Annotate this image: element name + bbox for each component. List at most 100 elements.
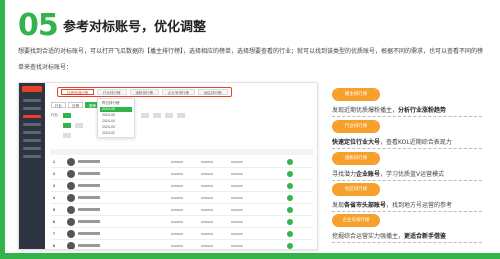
category-filter-row: [51, 123, 281, 129]
divider: [332, 116, 482, 117]
download-icon[interactable]: [287, 195, 293, 201]
section-title: 参考对标账号，优化调整: [63, 20, 207, 35]
dropdown-option-selected[interactable]: 2024-06: [100, 107, 132, 112]
desc-text: 发现近期优质爆粉播主，: [332, 107, 399, 114]
dropdown-option[interactable]: 2024-02: [100, 131, 132, 136]
cell-value: [231, 220, 243, 223]
dropdown-option[interactable]: 2024-05: [100, 113, 132, 118]
rank-number: 6: [53, 220, 55, 224]
period-dropdown[interactable]: 昨日排行榜 2024-06 2024-05 2024-04 2024-03 20…: [97, 98, 135, 138]
category-label: 行业: [51, 113, 58, 117]
desc-highlight: 更适合新手借鉴: [404, 233, 447, 240]
category-chip-selected[interactable]: [63, 113, 71, 118]
sidebar-item[interactable]: [23, 139, 41, 142]
cell-value: [231, 172, 243, 175]
feature-pill-enterprise[interactable]: 企业号排行榜: [332, 214, 380, 227]
feature-pill-industry[interactable]: 行业排行榜: [332, 120, 380, 133]
feature-desc-industry: 快速定位行业大号，查看KOL近期综合表现力: [332, 137, 452, 146]
category-chip-selected[interactable]: [63, 123, 71, 128]
cell-value: [171, 172, 183, 175]
sidebar-item[interactable]: [23, 147, 41, 150]
sidebar-item[interactable]: [23, 131, 41, 134]
cell-value: [201, 208, 213, 211]
download-icon[interactable]: [287, 243, 293, 249]
divider: [332, 148, 482, 149]
desc-text: 寻找潜力: [332, 171, 357, 178]
category-filter-row: [51, 133, 281, 139]
cell-value: [171, 184, 183, 187]
desc-highlight: 企业账号: [356, 171, 381, 178]
rank-number: 7: [53, 232, 55, 236]
download-icon[interactable]: [287, 231, 293, 237]
category-chip[interactable]: [63, 133, 71, 138]
table-row[interactable]: 2: [51, 168, 313, 180]
account-name: [78, 232, 100, 235]
account-name: [78, 196, 100, 199]
cell-value: [231, 244, 243, 247]
desc-text: ，学习优质蓝V运营模式: [380, 171, 445, 178]
feature-pill-streamer[interactable]: 播主排行榜: [332, 88, 380, 101]
category-chip[interactable]: [165, 113, 173, 118]
rank-number: 1: [53, 160, 55, 164]
table-row[interactable]: 5: [51, 204, 313, 216]
table-row[interactable]: 7: [51, 228, 313, 240]
avatar: [67, 194, 75, 202]
tab-industry-ranking[interactable]: 行业排行榜: [97, 89, 127, 95]
feature-desc-growth: 寻找潜力企业账号，学习优质蓝V运营模式: [332, 169, 444, 178]
desc-text: 发现: [332, 202, 345, 209]
filter-industry-button[interactable]: 行业: [51, 102, 66, 108]
account-name: [78, 220, 100, 223]
filter-daily-button[interactable]: 日榜: [68, 102, 83, 108]
divider: [332, 211, 482, 212]
desc-highlight: 各省市头部账号: [344, 202, 387, 209]
sidebar-item-active[interactable]: [23, 115, 41, 118]
tab-enterprise-ranking[interactable]: 企业号排行榜: [162, 89, 195, 95]
sidebar-item[interactable]: [23, 107, 41, 110]
sidebar-item[interactable]: [23, 155, 41, 158]
download-icon[interactable]: [287, 171, 293, 177]
table-row[interactable]: 6: [51, 216, 313, 228]
download-icon[interactable]: [287, 183, 293, 189]
desc-highlight: 快速定位行业大号: [332, 139, 381, 146]
tab-streamer-ranking[interactable]: 抖音号排行榜: [61, 89, 94, 95]
category-chip[interactable]: [153, 113, 161, 118]
feature-pill-growth[interactable]: 涨粉排行榜: [332, 152, 380, 165]
rank-number: 3: [53, 184, 55, 188]
cell-value: [231, 184, 243, 187]
category-chip[interactable]: [177, 113, 185, 118]
dropdown-option[interactable]: 2024-03: [100, 125, 132, 130]
table-row[interactable]: 8: [51, 240, 313, 249]
rank-number: 5: [53, 208, 55, 212]
account-name: [78, 208, 100, 211]
tab-region-ranking[interactable]: 地区排行榜: [198, 89, 228, 95]
avatar: [67, 158, 75, 166]
download-icon[interactable]: [287, 219, 293, 225]
avatar: [67, 242, 75, 249]
cell-value: [201, 244, 213, 247]
tab-growth-ranking[interactable]: 涨粉排行榜: [129, 89, 159, 95]
download-icon[interactable]: [287, 159, 293, 165]
category-chip[interactable]: [141, 113, 149, 118]
cell-value: [201, 232, 213, 235]
dropdown-option[interactable]: 2024-04: [100, 119, 132, 124]
table-row[interactable]: 3: [51, 180, 313, 192]
sidebar-item[interactable]: [23, 123, 41, 126]
download-icon[interactable]: [287, 207, 293, 213]
section-number: 05: [18, 8, 59, 43]
cell-value: [201, 196, 213, 199]
category-chip[interactable]: [75, 123, 83, 128]
cell-value: [171, 160, 183, 163]
dropdown-option[interactable]: 昨日排行榜: [100, 101, 132, 106]
app-sidebar: [19, 83, 45, 249]
cell-value: [201, 220, 213, 223]
cell-value: [171, 208, 183, 211]
feature-pill-region[interactable]: 地区排行榜: [332, 183, 380, 196]
ranking-tabs: 抖音号排行榜 行业排行榜 涨粉排行榜 企业号排行榜 地区排行榜: [57, 87, 232, 97]
ranking-screenshot: 抖音号排行榜 行业排行榜 涨粉排行榜 企业号排行榜 地区排行榜 行业 日榜 周榜…: [18, 82, 318, 250]
app-logo: [22, 86, 42, 92]
feature-desc-enterprise: 挖掘综合运营实力强播主，更适合新手借鉴: [332, 231, 446, 240]
table-row[interactable]: 1: [51, 156, 313, 168]
table-row[interactable]: 4: [51, 192, 313, 204]
account-name: [78, 160, 100, 163]
sidebar-item[interactable]: [23, 99, 41, 102]
